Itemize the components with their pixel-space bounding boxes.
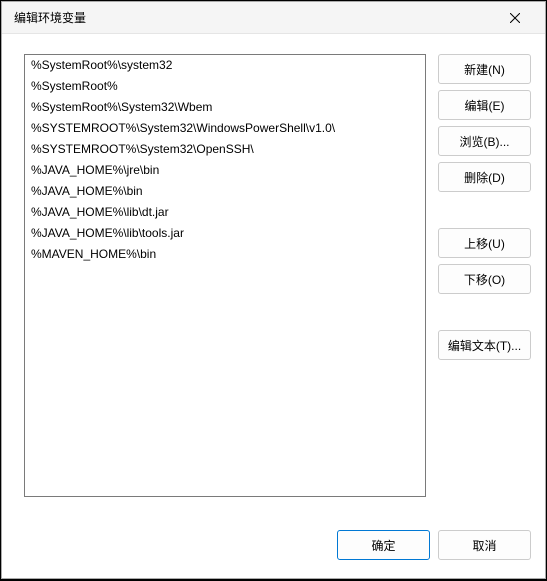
- edit-button[interactable]: 编辑(E): [438, 90, 531, 120]
- list-item[interactable]: %SYSTEMROOT%\System32\OpenSSH\: [25, 139, 425, 160]
- titlebar: 编辑环境变量: [2, 2, 545, 34]
- close-button[interactable]: [495, 4, 535, 32]
- moveup-button[interactable]: 上移(U): [438, 228, 531, 258]
- list-item[interactable]: %JAVA_HOME%\jre\bin: [25, 160, 425, 181]
- delete-button[interactable]: 删除(D): [438, 162, 531, 192]
- spacer: [438, 198, 531, 222]
- close-icon: [510, 13, 520, 23]
- ok-button[interactable]: 确定: [337, 530, 430, 560]
- list-item[interactable]: %JAVA_HOME%\lib\dt.jar: [25, 202, 425, 223]
- movedown-button[interactable]: 下移(O): [438, 264, 531, 294]
- list-item[interactable]: %JAVA_HOME%\lib\tools.jar: [25, 223, 425, 244]
- list-item[interactable]: %SystemRoot%\System32\Wbem: [25, 97, 425, 118]
- edittext-button[interactable]: 编辑文本(T)...: [438, 330, 531, 360]
- edit-env-var-dialog: 编辑环境变量 %SystemRoot%\system32 %SystemRoot…: [1, 1, 546, 579]
- list-item[interactable]: %MAVEN_HOME%\bin: [25, 244, 425, 265]
- list-item[interactable]: %JAVA_HOME%\bin: [25, 181, 425, 202]
- list-item[interactable]: %SystemRoot%\system32: [25, 55, 425, 76]
- content-area: %SystemRoot%\system32 %SystemRoot% %Syst…: [2, 34, 545, 522]
- spacer: [438, 300, 531, 324]
- list-item[interactable]: %SYSTEMROOT%\System32\WindowsPowerShell\…: [25, 118, 425, 139]
- browse-button[interactable]: 浏览(B)...: [438, 126, 531, 156]
- bottom-bar: 确定 取消: [2, 522, 545, 578]
- side-button-panel: 新建(N) 编辑(E) 浏览(B)... 删除(D) 上移(U) 下移(O) 编…: [438, 54, 531, 514]
- cancel-button[interactable]: 取消: [438, 530, 531, 560]
- dialog-title: 编辑环境变量: [14, 9, 495, 26]
- new-button[interactable]: 新建(N): [438, 54, 531, 84]
- list-item[interactable]: %SystemRoot%: [25, 76, 425, 97]
- path-listbox[interactable]: %SystemRoot%\system32 %SystemRoot% %Syst…: [24, 54, 426, 497]
